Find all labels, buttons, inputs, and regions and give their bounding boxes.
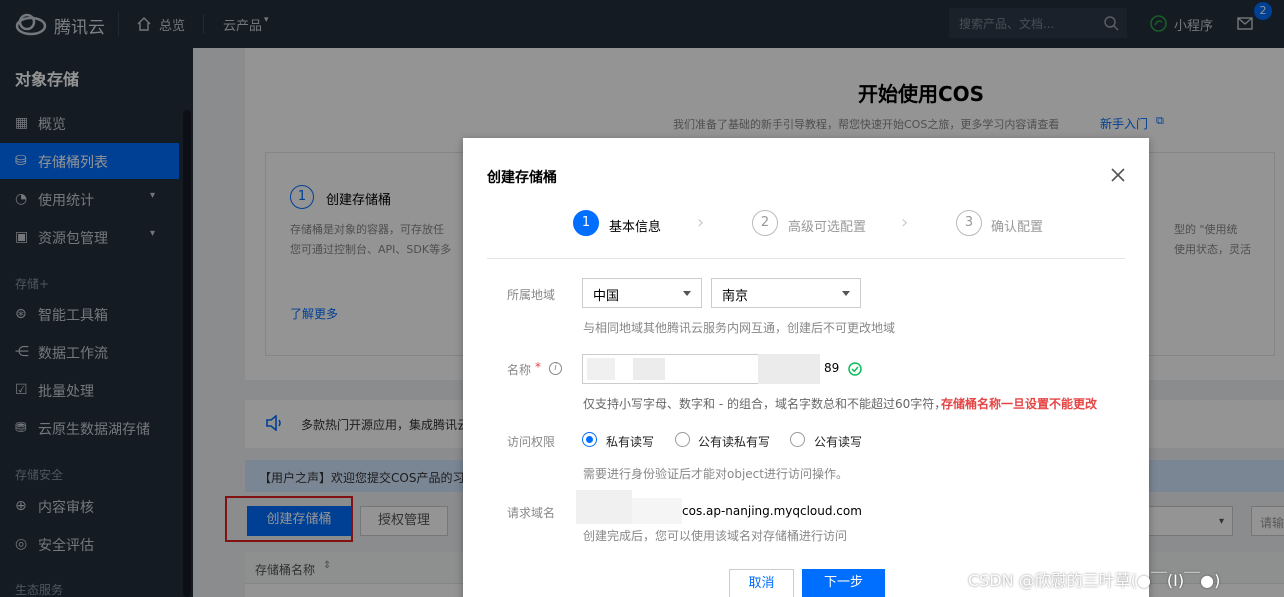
- chevron-right-icon: ›: [697, 212, 705, 233]
- access-label: 访问权限: [507, 435, 556, 449]
- dialog-title: 创建存储桶: [487, 170, 557, 186]
- radio-label[interactable]: 公有读写: [814, 433, 862, 450]
- step-indicator-1: 1: [573, 210, 599, 236]
- chevron-down-icon: [842, 291, 850, 296]
- step-label-1: 基本信息: [609, 220, 662, 235]
- region-label: 所属地域: [507, 288, 556, 302]
- create-bucket-dialog: 创建存储桶 1 基本信息 › 2 高级可选配置 › 3 确认配置 所属地域 中国…: [463, 138, 1149, 597]
- watermark: CSDN @欣慰的三叶草(●￣(I)￣●): [968, 571, 1221, 590]
- info-icon[interactable]: i: [549, 362, 562, 375]
- domain-label: 请求域名: [507, 506, 556, 520]
- domain-value: cos.ap-nanjing.myqcloud.com: [682, 504, 862, 518]
- name-label: 名称: [507, 363, 532, 377]
- close-icon[interactable]: [1111, 168, 1125, 182]
- bucket-name-input[interactable]: [582, 354, 762, 384]
- name-hint: 仅支持小写字母、数字和 - 的组合，域名字数总和不能超过60字符，: [583, 397, 947, 411]
- select-value: 南京: [722, 289, 749, 304]
- chevron-down-icon: [683, 291, 691, 296]
- redacted-text: [587, 358, 615, 380]
- redacted-text: [576, 490, 632, 524]
- bucket-name-suffix: 89: [824, 361, 840, 375]
- step-label-3: 确认配置: [991, 220, 1044, 235]
- step-indicator-3: 3: [956, 210, 982, 236]
- access-hint: 需要进行身份验证后才能对object进行访问操作。: [583, 467, 848, 481]
- next-button[interactable]: 下一步: [802, 569, 885, 597]
- region-country-select[interactable]: 中国: [582, 278, 702, 308]
- check-circle-icon: [848, 362, 862, 376]
- step-indicator-2: 2: [752, 210, 778, 236]
- radio-public-read[interactable]: [675, 432, 690, 447]
- chevron-right-icon: ›: [901, 212, 909, 233]
- name-warning: 存储桶名称一旦设置不能更改: [941, 397, 1098, 411]
- radio-label[interactable]: 私有读写: [606, 433, 654, 450]
- radio-label[interactable]: 公有读私有写: [698, 433, 770, 450]
- region-hint: 与相同地域其他腾讯云服务内网互通，创建后不可更改地域: [583, 321, 896, 335]
- redacted-text: [758, 354, 820, 384]
- domain-hint: 创建完成后，您可以使用该域名对存储桶进行访问: [583, 529, 848, 543]
- cancel-button[interactable]: 取消: [729, 569, 794, 597]
- redacted-text: [632, 498, 682, 524]
- redacted-text: [633, 358, 665, 380]
- divider: [487, 258, 1125, 259]
- region-city-select[interactable]: 南京: [711, 278, 861, 308]
- required-marker: *: [535, 360, 541, 374]
- radio-public-read-write[interactable]: [790, 432, 805, 447]
- step-label-2: 高级可选配置: [788, 220, 867, 235]
- radio-private[interactable]: [582, 432, 597, 447]
- select-value: 中国: [593, 289, 620, 304]
